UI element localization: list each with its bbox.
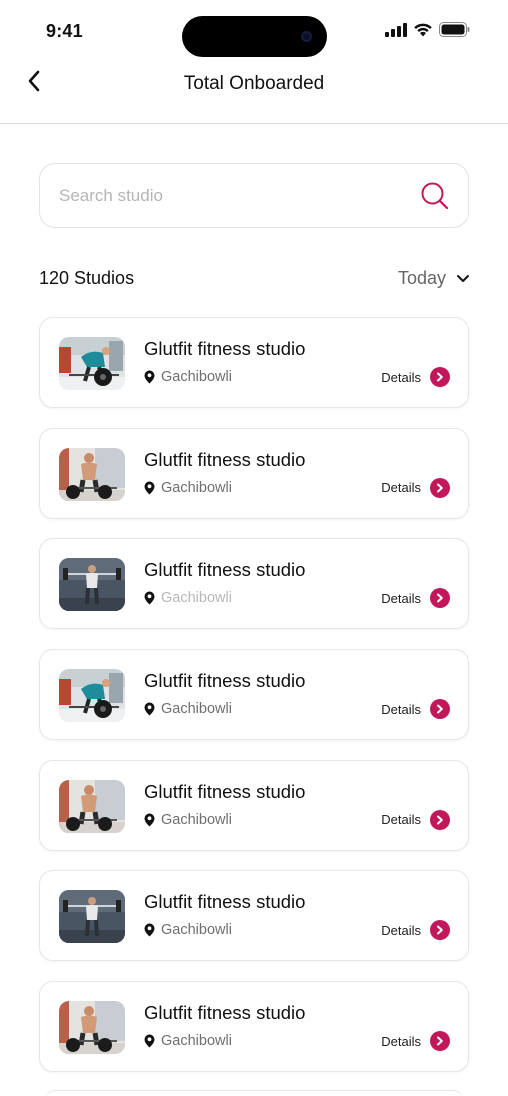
chevron-right-icon (430, 367, 450, 387)
chevron-right-icon (430, 699, 450, 720)
studio-card-partial (45, 1090, 463, 1096)
chevron-right-icon (430, 809, 450, 830)
chevron-right-icon (430, 920, 450, 941)
studio-location-text: Gachibowli (161, 811, 232, 828)
studio-location-text: Gachibowli (161, 1033, 232, 1050)
studio-count: 120 Studios (39, 268, 135, 288)
battery-icon (439, 22, 470, 37)
studio-card[interactable]: Glutfit fitness studio Gachibowli Details (39, 538, 469, 630)
details-label: Details (381, 922, 421, 938)
studio-location: Gachibowli (144, 480, 232, 496)
details-button[interactable]: Details (381, 588, 450, 609)
studio-name: Glutfit fitness studio (144, 1002, 306, 1024)
status-icons (385, 22, 470, 37)
studio-card[interactable]: Glutfit fitness studio Gachibowli Details (39, 649, 469, 741)
location-pin-icon (144, 1034, 155, 1048)
studio-thumbnail (59, 779, 125, 833)
studio-location-text: Gachibowli (161, 369, 232, 385)
page-title: Total Onboarded (183, 73, 325, 94)
details-label: Details (381, 369, 421, 385)
chevron-down-icon (457, 275, 469, 282)
studio-location-text: Gachibowli (161, 590, 232, 607)
dynamic-island (182, 16, 327, 57)
studio-thumbnail (59, 890, 125, 944)
studio-location: Gachibowli (144, 369, 232, 385)
studio-location: Gachibowli (144, 922, 232, 938)
signal-icon (385, 22, 407, 37)
date-filter-dropdown[interactable]: Today (398, 268, 470, 289)
studio-card[interactable]: Glutfit fitness studio Gachibowli Details (39, 427, 469, 519)
details-label: Details (381, 590, 421, 606)
search-icon[interactable] (420, 181, 450, 211)
studio-name: Glutfit fitness studio (144, 559, 306, 581)
studio-name: Glutfit fitness studio (144, 891, 306, 913)
studio-thumbnail (59, 558, 125, 612)
details-label: Details (381, 812, 421, 828)
studio-location: Gachibowli (144, 590, 232, 606)
studio-name: Glutfit fitness studio (144, 780, 306, 802)
studio-location-text: Gachibowli (161, 479, 232, 496)
details-label: Details (381, 480, 421, 496)
studio-location-text: Gachibowli (161, 922, 232, 939)
studio-name: Glutfit fitness studio (144, 670, 306, 692)
studio-thumbnail (59, 669, 125, 723)
details-label: Details (381, 701, 421, 717)
camera-dot (301, 31, 312, 42)
search-box (39, 163, 469, 228)
location-pin-icon (144, 591, 155, 605)
status-bar: 9:41 (0, 0, 508, 60)
studio-list: Glutfit fitness studio Gachibowli Details G… (39, 317, 469, 1092)
chevron-right-icon (430, 588, 450, 609)
details-button[interactable]: Details (381, 809, 450, 830)
status-time: 9:41 (46, 21, 83, 41)
details-button[interactable]: Details (381, 1031, 450, 1052)
nav-header: Total Onboarded (0, 60, 508, 124)
details-button[interactable]: Details (381, 699, 450, 720)
wifi-icon (414, 23, 432, 37)
studio-card[interactable]: Glutfit fitness studio Gachibowli Details (39, 317, 469, 408)
details-button[interactable]: Details (381, 477, 450, 498)
location-pin-icon (144, 481, 155, 495)
studio-location: Gachibowli (144, 812, 232, 828)
studio-location: Gachibowli (144, 1033, 232, 1049)
chevron-right-icon (430, 477, 450, 498)
studio-card[interactable]: Glutfit fitness studio Gachibowli Details (39, 759, 469, 851)
studio-thumbnail (59, 1001, 125, 1055)
details-label: Details (381, 1033, 421, 1049)
search-input[interactable] (59, 164, 409, 227)
date-filter-label: Today (397, 268, 446, 288)
details-button[interactable]: Details (381, 367, 450, 387)
details-button[interactable]: Details (381, 920, 450, 941)
location-pin-icon (144, 370, 155, 384)
location-pin-icon (144, 923, 155, 937)
studio-name: Glutfit fitness studio (144, 338, 306, 359)
studio-location: Gachibowli (144, 701, 232, 717)
studio-name: Glutfit fitness studio (144, 448, 306, 470)
studio-location-text: Gachibowli (161, 701, 232, 718)
chevron-right-icon (430, 1031, 450, 1052)
location-pin-icon (144, 702, 155, 716)
studio-thumbnail (59, 447, 125, 501)
location-pin-icon (144, 813, 155, 827)
studio-card[interactable]: Glutfit fitness studio Gachibowli Details (39, 870, 469, 962)
studio-card[interactable]: Glutfit fitness studio Gachibowli Details (39, 981, 469, 1073)
studio-thumbnail (59, 337, 125, 390)
